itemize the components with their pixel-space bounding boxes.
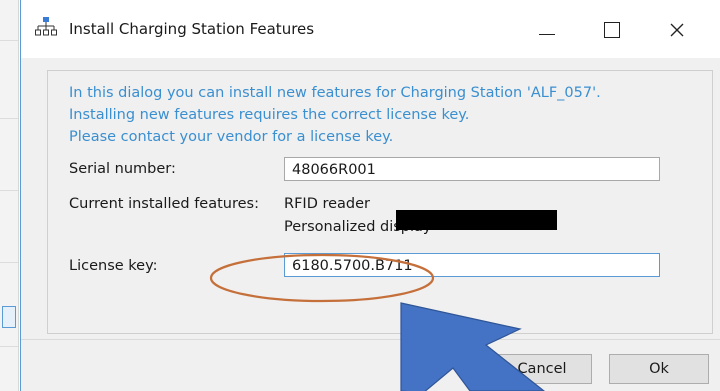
maximize-button[interactable] [589, 12, 635, 48]
dialog-content: In this dialog you can install new featu… [21, 58, 720, 391]
license-key-field[interactable] [284, 253, 660, 277]
window-title: Install Charging Station Features [69, 20, 315, 38]
background-selected-row [2, 306, 16, 328]
background-window-strip [0, 0, 19, 391]
installed-features-label: Current installed features: [69, 196, 259, 212]
footer-separator [21, 339, 720, 340]
network-icon [35, 17, 57, 36]
maximize-icon [604, 22, 620, 38]
feature-item: RFID reader [284, 196, 371, 212]
close-icon [670, 23, 684, 37]
feature-groupbox: In this dialog you can install new featu… [47, 70, 713, 334]
info-line-2: Installing new features requires the cor… [69, 107, 470, 123]
serial-number-field[interactable] [284, 157, 660, 181]
cancel-button[interactable]: Cancel [492, 354, 592, 384]
title-bar[interactable]: Install Charging Station Features [21, 0, 720, 58]
minimize-icon [539, 33, 555, 35]
info-line-3: Please contact your vendor for a license… [69, 129, 394, 145]
serial-number-label: Serial number: [69, 161, 176, 177]
ok-button[interactable]: Ok [609, 354, 709, 384]
info-line-1: In this dialog you can install new featu… [69, 85, 601, 101]
close-button[interactable] [654, 12, 700, 48]
minimize-button[interactable] [524, 12, 570, 48]
install-features-dialog: Install Charging Station Features In thi… [20, 0, 720, 391]
redaction-block [396, 210, 557, 230]
license-key-label: License key: [69, 258, 158, 274]
